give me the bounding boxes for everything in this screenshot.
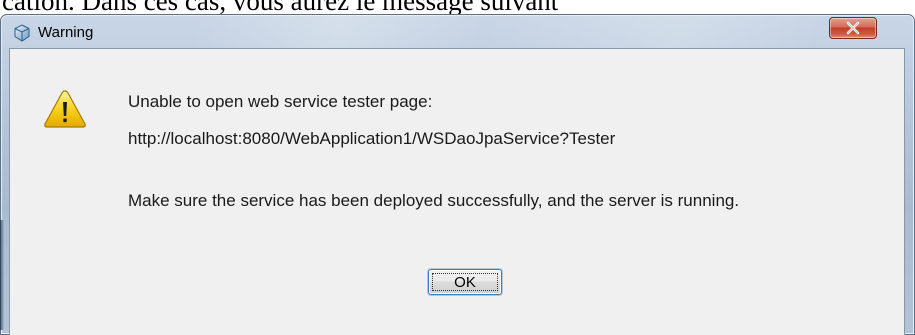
message-line-3: Make sure the service has been deployed … (128, 191, 740, 210)
ok-button[interactable]: OK (428, 269, 502, 295)
warning-triangle-icon (43, 89, 87, 129)
window-edge-shadow (0, 220, 4, 330)
close-button[interactable] (829, 17, 877, 39)
close-icon (845, 21, 861, 35)
message-line-1: Unable to open web service tester page: (128, 92, 433, 111)
java-cup-icon (13, 24, 31, 42)
window-title: Warning (38, 24, 94, 41)
title-bar[interactable]: Warning (1, 15, 914, 49)
screenshot-page: cation. Dans ces cas, vous aurez le mess… (0, 0, 915, 335)
ok-button-label: OK (454, 273, 476, 291)
dialog-client-area: Unable to open web service tester page: … (9, 48, 905, 335)
warning-dialog-window: Warning Unable to open web service teste… (0, 14, 915, 335)
message-url: http://localhost:8080/WebApplication1/WS… (128, 129, 616, 148)
